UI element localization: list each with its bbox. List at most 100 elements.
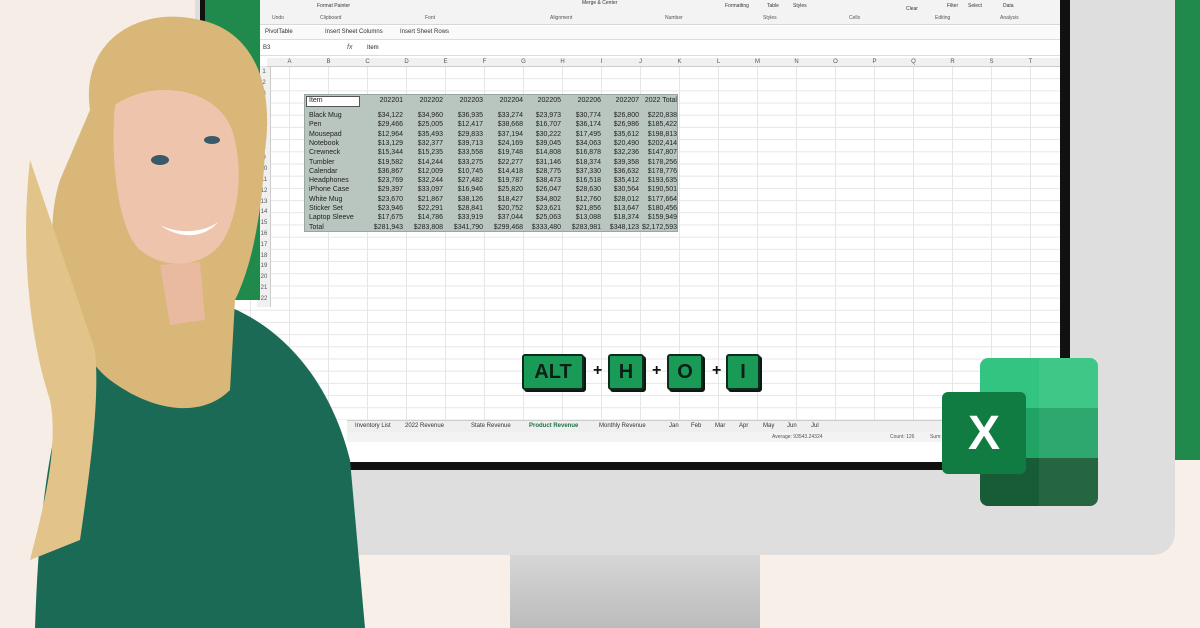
table-header-cell[interactable]: 202202 — [405, 97, 443, 104]
column-header[interactable]: Q — [894, 59, 933, 65]
table-cell[interactable]: $299,468 — [485, 224, 523, 231]
table-cell[interactable]: $283,981 — [563, 224, 601, 231]
table-cell[interactable]: $22,277 — [485, 159, 523, 166]
table-cell[interactable]: $28,841 — [445, 205, 483, 212]
table-cell[interactable]: $20,752 — [485, 205, 523, 212]
column-header[interactable]: M — [738, 59, 777, 65]
table-cell[interactable]: $23,621 — [523, 205, 561, 212]
table-cell[interactable]: $26,047 — [523, 186, 561, 193]
table-cell[interactable]: $341,790 — [445, 224, 483, 231]
select-button[interactable]: Select — [968, 3, 982, 9]
table-cell[interactable]: $34,802 — [523, 196, 561, 203]
table-cell[interactable]: $33,274 — [485, 112, 523, 119]
table-cell[interactable]: $30,774 — [563, 112, 601, 119]
table-cell[interactable]: $190,501 — [639, 186, 677, 193]
table-cell[interactable]: $38,473 — [523, 177, 561, 184]
table-cell[interactable]: $198,813 — [639, 131, 677, 138]
table-cell[interactable]: $19,787 — [485, 177, 523, 184]
table-cell[interactable]: $16,707 — [523, 121, 561, 128]
conditional-formatting-button[interactable]: Formatting — [725, 3, 749, 9]
table-cell[interactable]: $21,856 — [563, 205, 601, 212]
table-cell[interactable]: $23,973 — [523, 112, 561, 119]
table-cell[interactable]: $31,146 — [523, 159, 561, 166]
sheet-tab[interactable]: Jan — [669, 423, 679, 429]
table-cell[interactable]: $12,009 — [405, 168, 443, 175]
table-cell[interactable]: $25,063 — [523, 214, 561, 221]
column-header[interactable]: F — [465, 59, 504, 65]
table-cell[interactable]: $14,418 — [485, 168, 523, 175]
column-header[interactable]: R — [933, 59, 972, 65]
table-cell[interactable]: $30,222 — [523, 131, 561, 138]
table-cell[interactable]: $36,632 — [601, 168, 639, 175]
table-cell[interactable]: $35,493 — [405, 131, 443, 138]
table-cell[interactable]: $36,935 — [445, 112, 483, 119]
sheet-tab[interactable]: Jun — [787, 423, 797, 429]
format-as-table-button[interactable]: Table — [767, 3, 779, 9]
filter-button[interactable]: Filter — [947, 3, 958, 9]
table-cell[interactable]: $2,172,593 — [639, 224, 677, 231]
table-cell[interactable]: $348,123 — [601, 224, 639, 231]
table-cell[interactable]: $28,012 — [601, 196, 639, 203]
sheet-tab[interactable]: May — [763, 423, 774, 429]
table-cell[interactable]: $178,776 — [639, 168, 677, 175]
clear-button[interactable]: Clear — [906, 6, 918, 12]
column-header[interactable]: K — [660, 59, 699, 65]
table-cell[interactable]: $35,412 — [601, 177, 639, 184]
table-cell[interactable]: $283,808 — [405, 224, 443, 231]
column-header[interactable]: O — [816, 59, 855, 65]
table-cell[interactable]: $185,422 — [639, 121, 677, 128]
table-cell[interactable]: $18,374 — [601, 214, 639, 221]
table-cell[interactable]: $18,427 — [485, 196, 523, 203]
table-cell[interactable]: $39,713 — [445, 140, 483, 147]
table-cell[interactable]: $14,786 — [405, 214, 443, 221]
table-header-cell[interactable]: 2022 Total — [639, 97, 677, 104]
table-cell[interactable]: $25,820 — [485, 186, 523, 193]
column-header[interactable]: J — [621, 59, 660, 65]
table-cell[interactable]: $37,330 — [563, 168, 601, 175]
table-header-cell[interactable]: 202203 — [445, 97, 483, 104]
table-cell[interactable]: $30,564 — [601, 186, 639, 193]
table-cell[interactable]: $333,480 — [523, 224, 561, 231]
table-cell[interactable]: $34,063 — [563, 140, 601, 147]
table-header-cell[interactable]: 202204 — [485, 97, 523, 104]
table-cell[interactable]: $18,374 — [563, 159, 601, 166]
insert-sheet-rows-button[interactable]: Insert Sheet Rows — [400, 29, 449, 35]
table-header-cell[interactable]: 202205 — [523, 97, 561, 104]
table-cell[interactable]: $37,194 — [485, 131, 523, 138]
column-header[interactable]: L — [699, 59, 738, 65]
table-cell[interactable]: $32,377 — [405, 140, 443, 147]
table-cell[interactable]: $26,986 — [601, 121, 639, 128]
table-cell[interactable]: $20,490 — [601, 140, 639, 147]
table-cell[interactable]: $12,417 — [445, 121, 483, 128]
column-header[interactable]: T — [1011, 59, 1050, 65]
sheet-tab[interactable]: Mar — [715, 423, 725, 429]
table-cell[interactable]: $33,275 — [445, 159, 483, 166]
table-cell[interactable]: $15,235 — [405, 149, 443, 156]
column-header[interactable]: S — [972, 59, 1011, 65]
table-cell[interactable]: $180,456 — [639, 205, 677, 212]
table-cell[interactable]: $28,775 — [523, 168, 561, 175]
table-cell[interactable]: $26,800 — [601, 112, 639, 119]
table-cell[interactable]: $29,833 — [445, 131, 483, 138]
table-cell[interactable]: $38,668 — [485, 121, 523, 128]
column-header[interactable]: E — [426, 59, 465, 65]
table-cell[interactable]: $14,808 — [523, 149, 561, 156]
table-cell[interactable]: $19,748 — [485, 149, 523, 156]
table-cell[interactable]: $33,558 — [445, 149, 483, 156]
table-cell[interactable]: $220,838 — [639, 112, 677, 119]
table-cell[interactable]: $34,960 — [405, 112, 443, 119]
table-cell[interactable]: $33,919 — [445, 214, 483, 221]
table-cell[interactable]: $32,236 — [601, 149, 639, 156]
column-header[interactable]: D — [387, 59, 426, 65]
table-header-cell[interactable]: 202206 — [563, 97, 601, 104]
sheet-tab[interactable]: Jul — [811, 423, 819, 429]
table-cell[interactable]: $21,867 — [405, 196, 443, 203]
table-cell[interactable]: $13,088 — [563, 214, 601, 221]
table-cell[interactable]: $16,946 — [445, 186, 483, 193]
table-cell[interactable]: $37,044 — [485, 214, 523, 221]
column-header[interactable]: N — [777, 59, 816, 65]
column-header[interactable]: I — [582, 59, 621, 65]
table-cell[interactable]: $12,760 — [563, 196, 601, 203]
table-cell[interactable]: $36,174 — [563, 121, 601, 128]
table-cell[interactable]: $35,612 — [601, 131, 639, 138]
